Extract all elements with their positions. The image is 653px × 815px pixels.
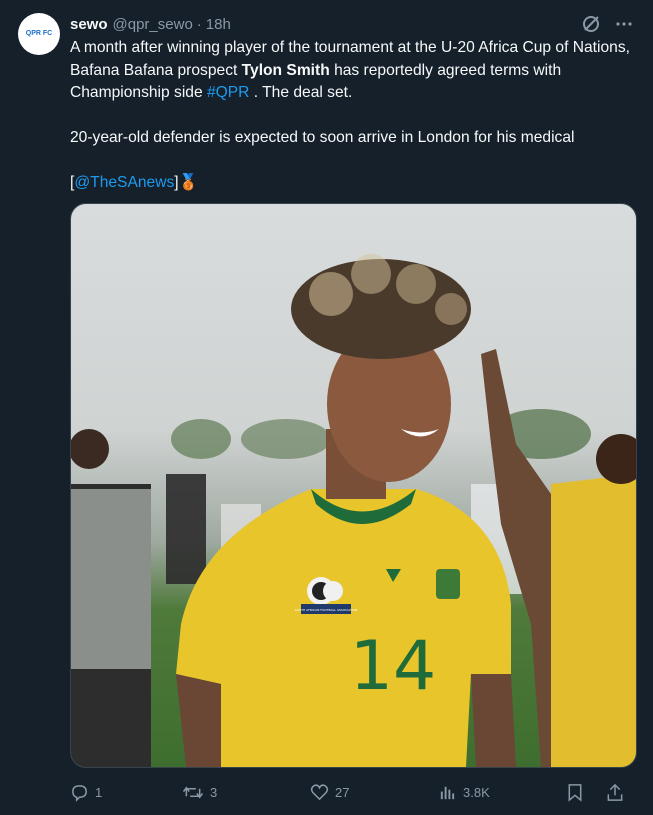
avatar[interactable]: QPR FC — [18, 13, 60, 55]
text-paragraph: 20-year-old defender is expected to soon… — [70, 129, 575, 146]
more-options-icon[interactable] — [615, 15, 633, 33]
bold-name: Tylon Smith — [241, 61, 330, 79]
avatar-logo: QPR FC — [25, 30, 53, 37]
views-button[interactable]: 3.8K — [438, 783, 566, 802]
action-bar: 1 3 27 3.8K — [70, 780, 640, 804]
reply-icon — [72, 784, 87, 802]
mention-link[interactable]: @TheSAnews — [74, 174, 174, 191]
reply-count: 1 — [95, 784, 103, 800]
share-button[interactable] — [606, 783, 626, 802]
like-button[interactable]: 27 — [310, 783, 438, 802]
views-count: 3.8K — [463, 784, 490, 800]
timestamp[interactable]: 18h — [206, 16, 231, 33]
hashtag-link[interactable]: #QPR — [207, 84, 249, 101]
sponsor-badge-text: SOUTH AFRICAN FOOTBALL ASSOCIATION — [295, 608, 358, 612]
text-segment: . The deal set. — [249, 84, 353, 101]
repost-button[interactable]: 3 — [182, 783, 310, 802]
repost-icon — [182, 785, 204, 799]
author-handle[interactable]: @qpr_sewo — [113, 16, 193, 33]
tweet-media-photo[interactable]: SOUTH AFRICAN FOOTBALL ASSOCIATION 14 — [70, 203, 637, 768]
share-icon — [607, 783, 623, 801]
heart-icon — [310, 783, 329, 800]
reply-button[interactable]: 1 — [70, 783, 182, 802]
medal-emoji: 🥉 — [178, 174, 199, 191]
separator-dot: · — [196, 15, 202, 33]
views-icon — [440, 786, 455, 799]
tweet-header: sewo @qpr_sewo · 18h — [70, 13, 633, 35]
author-name[interactable]: sewo — [70, 16, 108, 33]
like-count: 27 — [335, 784, 350, 800]
bookmark-icon — [568, 783, 582, 802]
grok-icon[interactable] — [581, 14, 601, 34]
tweet-text: A month after winning player of the tour… — [70, 37, 640, 195]
bookmark-button[interactable] — [566, 783, 606, 802]
repost-count: 3 — [210, 784, 218, 800]
jersey-number: 14 — [350, 627, 437, 706]
